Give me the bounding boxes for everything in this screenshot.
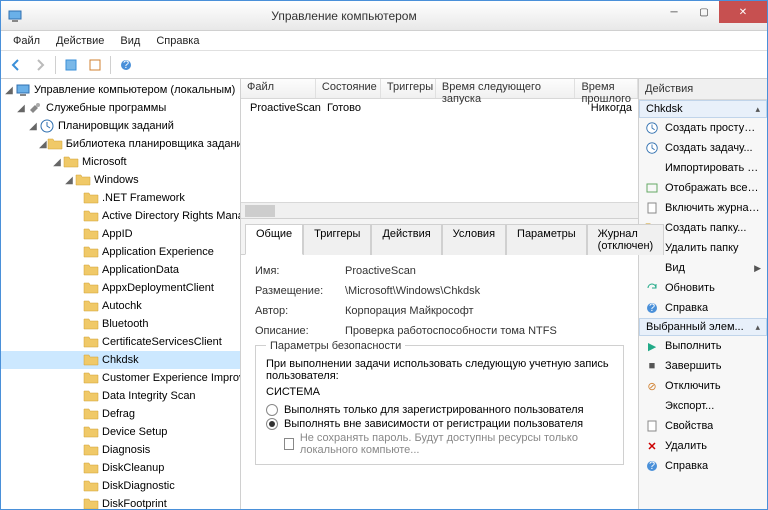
action-справка[interactable]: ?Справка <box>639 456 767 476</box>
toolbar: ? <box>1 51 767 79</box>
minimize-button[interactable]: ─ <box>659 1 689 23</box>
tab-log[interactable]: Журнал (отключен) <box>587 224 665 255</box>
detail-tabs: Общие Триггеры Действия Условия Параметр… <box>241 219 638 255</box>
actions-group-selected[interactable]: Выбранный элем...▴ <box>639 318 767 336</box>
tab-params[interactable]: Параметры <box>506 224 587 255</box>
task-icon <box>645 141 659 155</box>
help-icon: ? <box>645 459 659 473</box>
grid-row[interactable]: ProactiveScan Готово Никогда <box>241 99 638 117</box>
blank-icon <box>645 399 659 413</box>
tree-item-application-experience[interactable]: Application Experience <box>1 243 240 261</box>
tree-item-applicationdata[interactable]: ApplicationData <box>1 261 240 279</box>
action-обновить[interactable]: Обновить <box>639 278 767 298</box>
tab-conditions[interactable]: Условия <box>442 224 506 255</box>
tree-l5[interactable]: ◢Windows <box>1 171 240 189</box>
tab-general[interactable]: Общие <box>245 224 303 255</box>
action-отключить[interactable]: ⊘Отключить <box>639 376 767 396</box>
tab-actions[interactable]: Действия <box>371 224 441 255</box>
window-title: Управление компьютером <box>29 9 659 23</box>
menu-help[interactable]: Справка <box>148 33 207 49</box>
action-включить-журнал-[interactable]: Включить журнал... <box>639 198 767 218</box>
menubar: Файл Действие Вид Справка <box>1 31 767 51</box>
tree-item-bluetooth[interactable]: Bluetooth <box>1 315 240 333</box>
forward-button[interactable] <box>29 54 51 76</box>
tree-l1[interactable]: ◢Служебные программы <box>1 99 240 117</box>
tree-item-appid[interactable]: AppID <box>1 225 240 243</box>
tree-root[interactable]: ◢Управление компьютером (локальным) <box>1 81 240 99</box>
tree-item-certificateservicesclient[interactable]: CertificateServicesClient <box>1 333 240 351</box>
security-fieldset: Параметры безопасности При выполнении за… <box>255 345 624 465</box>
actions-panel: Действия Chkdsk▴ Создать простую з...Соз… <box>639 79 767 509</box>
action-отображать-все-в-[interactable]: Отображать все в... <box>639 178 767 198</box>
tree-item-customer-experience-improvem[interactable]: Customer Experience Improvem <box>1 369 240 387</box>
actions-group-chkdsk[interactable]: Chkdsk▴ <box>639 100 767 118</box>
svg-text:?: ? <box>649 302 655 314</box>
action-выполнить[interactable]: ▶Выполнить <box>639 336 767 356</box>
tree-l3[interactable]: ◢Библиотека планировщика заданий <box>1 135 240 153</box>
action-свойства[interactable]: Свойства <box>639 416 767 436</box>
tree-panel[interactable]: ◢Управление компьютером (локальным) ◢Слу… <box>1 79 241 509</box>
all-icon <box>645 181 659 195</box>
help-button[interactable]: ? <box>115 54 137 76</box>
menu-action[interactable]: Действие <box>48 33 112 49</box>
action-импортировать-за-[interactable]: Импортировать за... <box>639 158 767 178</box>
tree-item-diagnosis[interactable]: Diagnosis <box>1 441 240 459</box>
grid-scrollbar[interactable] <box>241 202 638 218</box>
tree-item-device-setup[interactable]: Device Setup <box>1 423 240 441</box>
task-grid: Файл Состояние Триггеры Время следующего… <box>241 79 638 219</box>
disable-icon: ⊘ <box>645 379 659 393</box>
svg-text:?: ? <box>649 460 655 472</box>
props-icon <box>645 419 659 433</box>
stop-icon: ■ <box>645 359 659 373</box>
task-icon <box>645 121 659 135</box>
tab-triggers[interactable]: Триггеры <box>303 224 371 255</box>
action-удалить[interactable]: ✕Удалить <box>639 436 767 456</box>
tree-item-defrag[interactable]: Defrag <box>1 405 240 423</box>
tree-item--net-framework[interactable]: .NET Framework <box>1 189 240 207</box>
action-создать-задачу-[interactable]: Создать задачу... <box>639 138 767 158</box>
tree-item-autochk[interactable]: Autochk <box>1 297 240 315</box>
tree-item-active-directory-rights-manager[interactable]: Active Directory Rights Manager <box>1 207 240 225</box>
tree-item-diskcleanup[interactable]: DiskCleanup <box>1 459 240 477</box>
action-экспорт-[interactable]: Экспорт... <box>639 396 767 416</box>
blank-icon <box>645 261 659 275</box>
tree-item-appxdeploymentclient[interactable]: AppxDeploymentClient <box>1 279 240 297</box>
tree-item-data-integrity-scan[interactable]: Data Integrity Scan <box>1 387 240 405</box>
help-icon: ? <box>645 301 659 315</box>
menu-file[interactable]: Файл <box>5 33 48 49</box>
tree-item-diskdiagnostic[interactable]: DiskDiagnostic <box>1 477 240 495</box>
titlebar: Управление компьютером ─ ▢ ✕ <box>1 1 767 31</box>
delete-icon: ✕ <box>645 439 659 453</box>
action-вид[interactable]: Вид▶ <box>639 258 767 278</box>
log-icon <box>645 201 659 215</box>
check-nopwd[interactable]: Не сохранять пароль. Будут доступны ресу… <box>284 432 613 456</box>
svg-text:?: ? <box>123 59 129 71</box>
center-panel: Файл Состояние Триггеры Время следующего… <box>241 79 639 509</box>
radio-any[interactable]: Выполнять вне зависимости от регистрации… <box>266 418 613 430</box>
close-button[interactable]: ✕ <box>719 1 767 23</box>
tree-item-diskfootprint[interactable]: DiskFootprint <box>1 495 240 509</box>
blank-icon <box>645 161 659 175</box>
action-создать-простую-з-[interactable]: Создать простую з... <box>639 118 767 138</box>
menu-view[interactable]: Вид <box>112 33 148 49</box>
back-button[interactable] <box>5 54 27 76</box>
refresh-icon <box>645 281 659 295</box>
detail-pane: Имя:ProactiveScan Размещение:\Microsoft\… <box>241 255 638 509</box>
radio-logged-on[interactable]: Выполнять только для зарегистрированного… <box>266 404 613 416</box>
action-завершить[interactable]: ■Завершить <box>639 356 767 376</box>
tool-btn-2[interactable] <box>84 54 106 76</box>
app-icon <box>7 8 23 24</box>
tree-l2[interactable]: ◢Планировщик заданий <box>1 117 240 135</box>
tree-item-chkdsk[interactable]: Chkdsk <box>1 351 240 369</box>
play-icon: ▶ <box>645 339 659 353</box>
actions-header: Действия <box>639 79 767 100</box>
action-справка[interactable]: ?Справка <box>639 298 767 318</box>
maximize-button[interactable]: ▢ <box>689 1 719 23</box>
tool-btn-1[interactable] <box>60 54 82 76</box>
grid-header[interactable]: Файл Состояние Триггеры Время следующего… <box>241 79 638 99</box>
tree-l4[interactable]: ◢Microsoft <box>1 153 240 171</box>
